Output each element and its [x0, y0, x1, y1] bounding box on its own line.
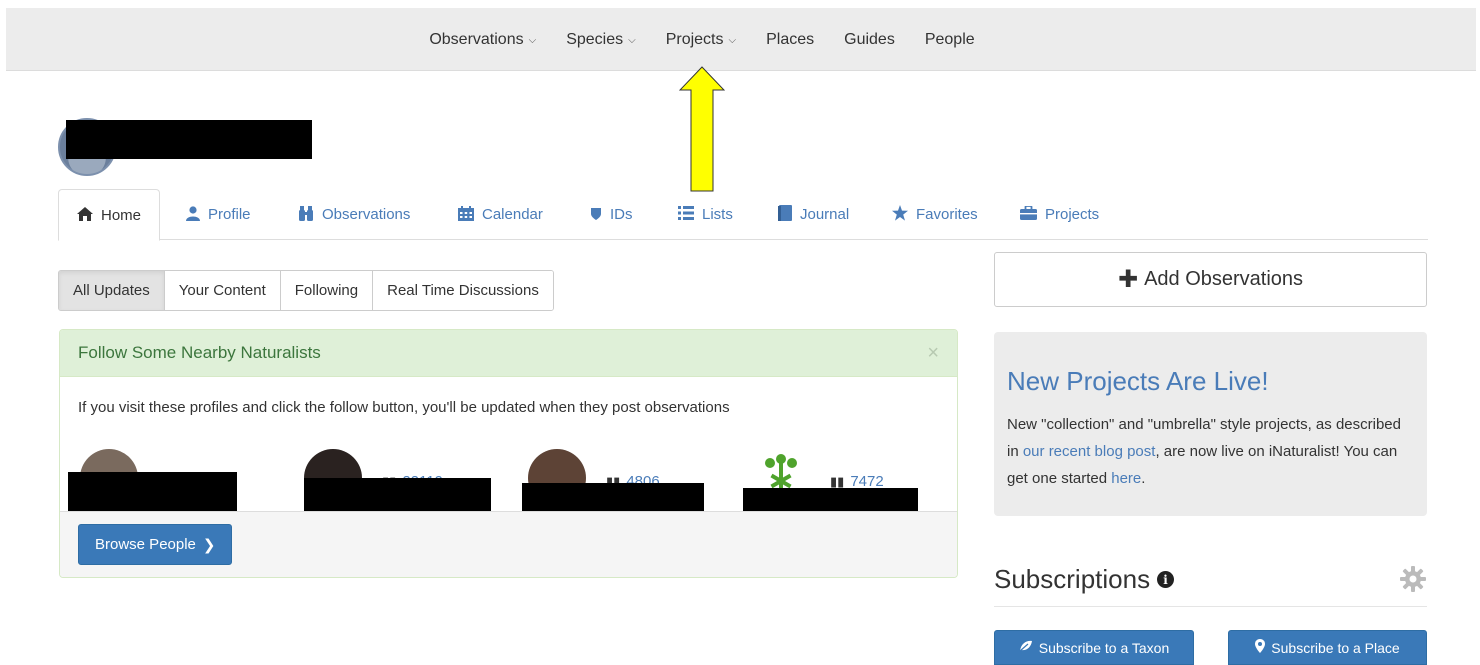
leaf-icon [1019, 640, 1033, 655]
binoculars-icon [298, 205, 314, 224]
map-marker-icon [1255, 639, 1266, 656]
nav-projects[interactable]: Projects ⌵ [666, 31, 736, 49]
subscriptions-divider [994, 606, 1427, 607]
tab-home[interactable]: Home [58, 189, 161, 241]
home-icon [77, 206, 93, 224]
panel-heading: Follow Some Nearby Naturalists × [60, 330, 957, 377]
nav-people[interactable]: People [925, 31, 975, 49]
annotation-arrow [679, 66, 725, 192]
tab-ids[interactable]: IDs [590, 189, 633, 240]
announcement-text: New "collection" and "umbrella" style pr… [1007, 411, 1414, 492]
tab-ids-label: IDs [610, 206, 633, 223]
tab-profile-label: Profile [208, 206, 251, 223]
nav-label: Places [766, 30, 815, 48]
top-nav-items: Observations ⌵ Species ⌵ Projects ⌵ Places Guid… [6, 8, 1476, 71]
plus-icon: ✚ [1117, 266, 1139, 293]
tab-projects[interactable]: Projects [1020, 189, 1099, 240]
tab-calendar-label: Calendar [482, 206, 543, 223]
update-filter-group: All Updates Your Content Following Real … [58, 270, 554, 311]
tab-projects-label: Projects [1045, 206, 1100, 223]
subscriptions-title: Subscriptions [994, 564, 1151, 594]
top-navbar: Observations ⌵ Species ⌵ Projects ⌵ Places Guid… [6, 8, 1476, 71]
panel-description: If you visit these profiles and click th… [78, 399, 730, 416]
get-started-link[interactable]: here [1111, 470, 1141, 487]
blog-post-link[interactable]: our recent blog post [1023, 443, 1156, 460]
panel-body: If you visit these profiles and click th… [60, 377, 957, 527]
list-icon [678, 206, 694, 223]
profile-tabs: Home Profile Observations Calendar IDs L… [58, 189, 1428, 241]
filter-following[interactable]: Following [280, 271, 374, 310]
nav-places[interactable]: Places [766, 31, 814, 49]
browse-people-button[interactable]: Browse People ❯ [78, 524, 233, 565]
book-icon [778, 205, 792, 224]
subscribe-taxon-button[interactable]: Subscribe to a Taxon [994, 630, 1194, 665]
tab-lists-label: Lists [702, 206, 733, 223]
add-observations-button[interactable]: ✚ Add Observations [994, 252, 1427, 307]
subscribe-taxon-label: Subscribe to a Taxon [1038, 639, 1170, 656]
nav-label: Projects [665, 30, 724, 48]
shield-icon [590, 206, 602, 223]
nav-label: Observations [429, 30, 524, 48]
announcement-text-3: . [1141, 470, 1146, 487]
nav-label: People [924, 30, 975, 48]
filter-all-updates[interactable]: All Updates [59, 271, 165, 310]
nav-label: Guides [844, 30, 895, 48]
tab-home-label: Home [101, 206, 142, 224]
follow-naturalists-panel: Follow Some Nearby Naturalists × If you … [59, 329, 958, 578]
briefcase-icon [1020, 205, 1037, 223]
add-observations-label: Add Observations [1144, 268, 1304, 290]
tab-lists[interactable]: Lists [678, 189, 733, 240]
panel-footer: Browse People ❯ [60, 511, 957, 577]
chevron-down-icon: ⌵ [628, 35, 636, 46]
top-nav-list: Observations ⌵ Species ⌵ Projects ⌵ Places Guid… [413, 31, 988, 49]
filter-real-time-discussions[interactable]: Real Time Discussions [373, 271, 553, 310]
nav-observations[interactable]: Observations ⌵ [429, 31, 536, 49]
chevron-down-icon: ⌵ [528, 35, 537, 46]
tab-journal[interactable]: Journal [778, 189, 849, 240]
redacted-username [66, 120, 312, 159]
filter-your-content[interactable]: Your Content [164, 271, 281, 310]
tab-observations-label: Observations [322, 206, 411, 223]
nav-guides[interactable]: Guides [844, 31, 895, 49]
info-icon[interactable]: i [1157, 571, 1175, 588]
tab-profile[interactable]: Profile [186, 189, 251, 240]
nav-species[interactable]: Species ⌵ [566, 31, 636, 49]
gear-icon[interactable] [1400, 566, 1426, 592]
user-icon [186, 205, 200, 224]
star-icon [892, 205, 908, 224]
subscribe-place-label: Subscribe to a Place [1271, 639, 1400, 656]
nav-label: Species [566, 30, 624, 48]
chevron-down-icon: ⌵ [728, 35, 737, 46]
calendar-icon [458, 205, 474, 224]
tab-calendar[interactable]: Calendar [458, 189, 543, 240]
close-icon[interactable]: × [927, 342, 939, 365]
chevron-right-icon: ❯ [202, 536, 216, 554]
announcement-well: New Projects Are Live! New "collection" … [994, 332, 1427, 516]
subscriptions-heading: Subscriptions i [994, 564, 1175, 595]
tab-journal-label: Journal [800, 206, 850, 223]
subscribe-place-button[interactable]: Subscribe to a Place [1228, 630, 1427, 665]
browse-people-label: Browse People [95, 536, 196, 553]
tab-favorites[interactable]: Favorites [892, 189, 978, 240]
tab-observations[interactable]: Observations [298, 189, 410, 240]
panel-title: Follow Some Nearby Naturalists [78, 343, 321, 362]
tab-favorites-label: Favorites [916, 206, 978, 223]
announcement-title: New Projects Are Live! [1007, 366, 1269, 396]
